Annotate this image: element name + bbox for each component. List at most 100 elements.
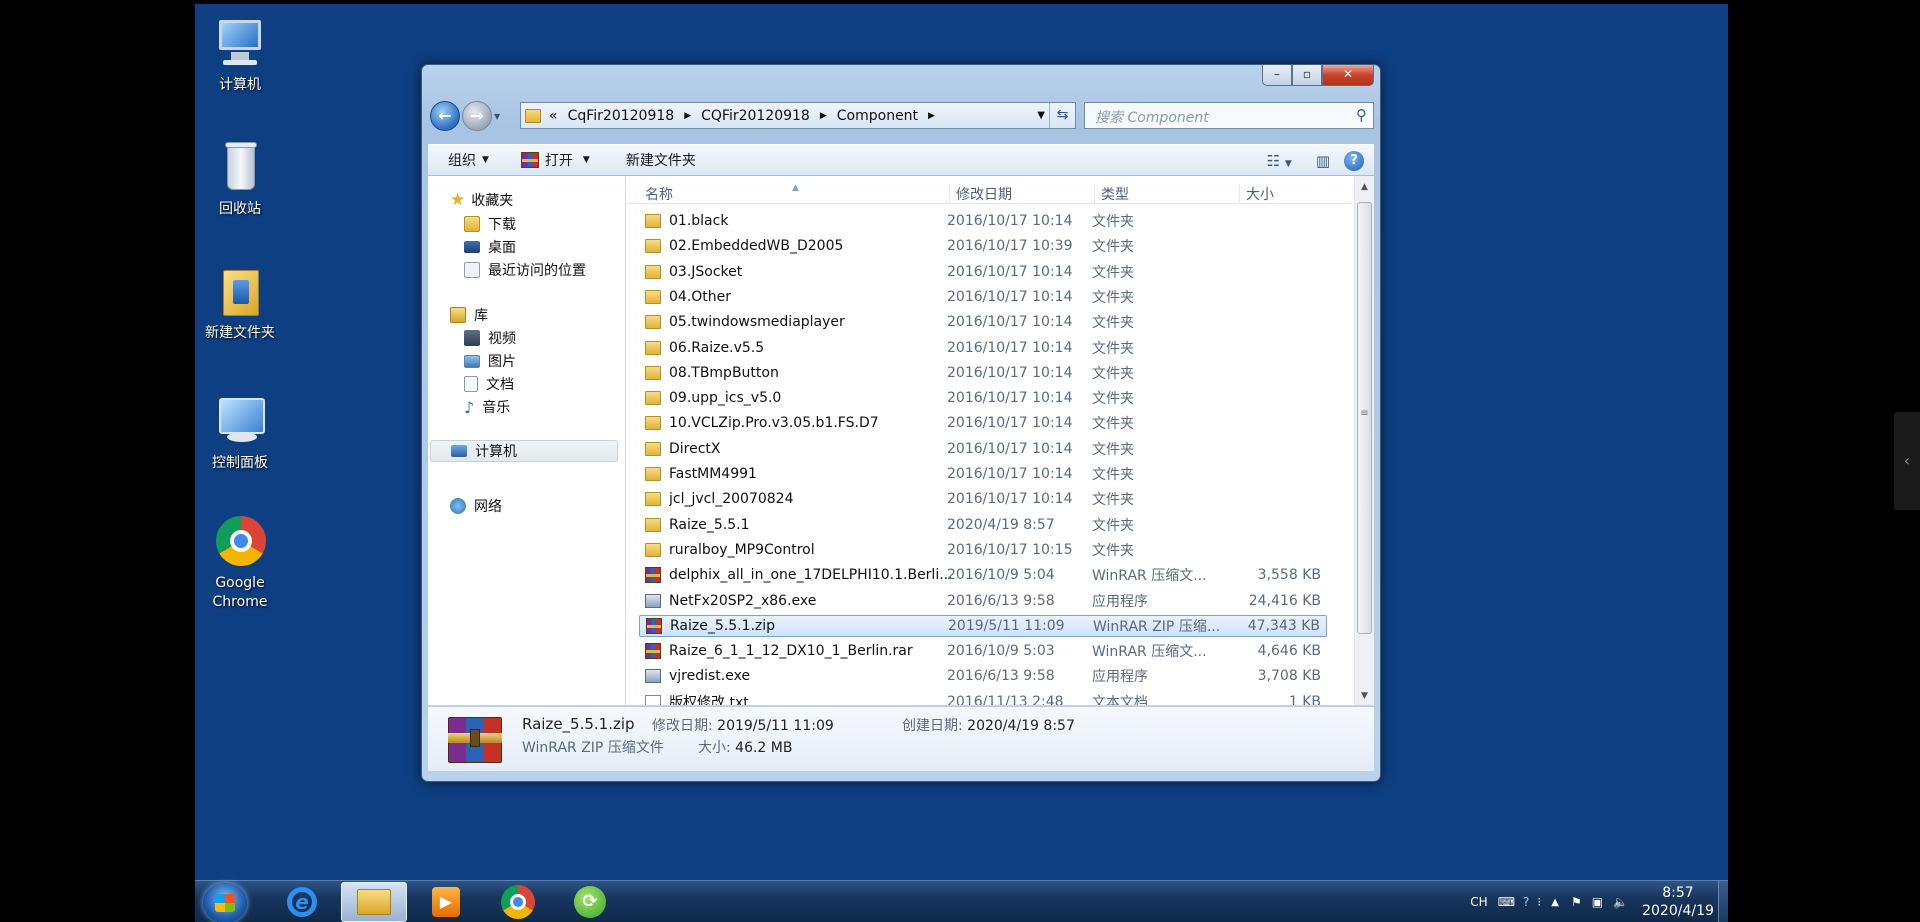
nav-documents[interactable]: 文档 xyxy=(464,373,514,395)
nav-favorites[interactable]: ★ 收藏夹 xyxy=(450,189,513,211)
file-row[interactable]: delphix_all_in_one_17DELPHI10.1.Berli...… xyxy=(639,564,1327,586)
address-overflow[interactable]: « xyxy=(549,108,558,124)
network-tray-icon[interactable]: ▣ xyxy=(1592,895,1603,909)
breadcrumb-segment[interactable]: CQFir20120918 xyxy=(701,108,810,124)
file-row[interactable]: DirectX 2016/10/17 10:14 文件夹 xyxy=(639,438,1327,460)
nav-music[interactable]: ♪ 音乐 xyxy=(464,396,510,418)
taskbar-chrome[interactable] xyxy=(485,882,551,922)
recent-pages-dropdown[interactable]: ▼ xyxy=(494,112,500,121)
input-language[interactable]: CH xyxy=(1470,895,1487,909)
nav-videos[interactable]: 视频 xyxy=(464,327,516,349)
breadcrumb-arrow-icon[interactable]: ▶ xyxy=(684,111,691,121)
file-row[interactable]: Raize_6_1_1_12_DX10_1_Berlin.rar 2016/10/… xyxy=(639,640,1327,662)
file-row[interactable]: 08.TBmpButton 2016/10/17 10:14 文件夹 xyxy=(639,362,1327,384)
show-desktop-button[interactable] xyxy=(1718,881,1728,922)
column-header-date[interactable]: 修改日期 xyxy=(949,184,1094,204)
taskbar-ie[interactable]: e xyxy=(269,882,335,922)
desktop-icon-chrome[interactable]: Google Chrome xyxy=(195,516,285,612)
new-folder-button[interactable]: 新建文件夹 xyxy=(626,150,696,170)
file-row[interactable]: 10.VCLZip.Pro.v3.05.b1.FS.D7 2016/10/17 1… xyxy=(639,412,1327,434)
file-row[interactable]: FastMM4991 2016/10/17 10:14 文件夹 xyxy=(639,463,1327,485)
scrollbar-thumb[interactable]: ≡ xyxy=(1357,202,1372,634)
file-row[interactable]: ruralboy_MP9Control 2016/10/17 10:15 文件夹 xyxy=(639,539,1327,561)
file-type: 文件夹 xyxy=(1092,416,1134,433)
show-hidden-icons-icon[interactable]: ▲ xyxy=(1551,897,1559,908)
column-header-size[interactable]: 大小 xyxy=(1239,184,1339,204)
file-row[interactable]: NetFx20SP2_x86.exe 2016/6/13 9:58 应用程序 24,4… xyxy=(639,590,1327,612)
nav-libraries[interactable]: 库 xyxy=(450,304,488,326)
breadcrumb-segment[interactable]: CqFir20120918 xyxy=(568,108,675,124)
start-button[interactable] xyxy=(203,883,247,922)
search-input[interactable]: 搜索 Component ⚲ xyxy=(1084,102,1374,129)
file-type: 应用程序 xyxy=(1092,669,1148,686)
preview-pane-icon[interactable]: ▥ xyxy=(1316,152,1330,170)
keyboard-icon[interactable]: ⌨ xyxy=(1498,895,1515,909)
file-row[interactable]: 09.upp_ics_v5.0 2016/10/17 10:14 文件夹 xyxy=(639,387,1327,409)
taskbar-explorer[interactable] xyxy=(341,882,407,922)
breadcrumb-segment[interactable]: Component xyxy=(837,108,918,124)
file-row[interactable]: jcl_jvcl_20070824 2016/10/17 10:14 文件夹 xyxy=(639,488,1327,510)
nav-downloads[interactable]: 下载 xyxy=(464,213,516,235)
organize-button[interactable]: 组织 ▼ xyxy=(448,150,489,170)
file-name: ruralboy_MP9Control xyxy=(669,541,815,558)
scroll-down-icon[interactable]: ▼ xyxy=(1355,691,1374,701)
desktop-icon-new-folder[interactable]: 新建文件夹 xyxy=(195,264,285,342)
file-row[interactable]: 01.black 2016/10/17 10:14 文件夹 xyxy=(639,210,1327,232)
clock[interactable]: 8:57 2020/4/19 xyxy=(1638,884,1718,920)
desktop-icon-control-panel[interactable]: 控制面板 xyxy=(195,394,285,472)
search-icon[interactable]: ⚲ xyxy=(1356,106,1367,124)
nav-pictures[interactable]: 图片 xyxy=(464,350,516,372)
nav-desktop[interactable]: 桌面 xyxy=(464,236,516,258)
file-row[interactable]: 03.JSocket 2016/10/17 10:14 文件夹 xyxy=(639,261,1327,283)
file-row[interactable]: 02.EmbeddedWB_D2005 2016/10/17 10:39 文件夹 xyxy=(639,235,1327,257)
maximize-button[interactable]: ▫ xyxy=(1292,65,1322,86)
address-dropdown-icon[interactable]: ▼ xyxy=(1037,103,1045,128)
refresh-icon[interactable]: ⇆ xyxy=(1049,103,1075,128)
action-center-flag-icon[interactable]: ⚑ xyxy=(1571,895,1582,909)
breadcrumb-arrow-icon[interactable]: ▶ xyxy=(928,111,935,121)
back-button[interactable]: ← xyxy=(430,101,460,131)
column-header-name[interactable]: 名称 ▲ xyxy=(639,183,949,204)
file-row[interactable]: Raize_5.5.1 2020/4/19 8:57 文件夹 xyxy=(639,514,1327,536)
file-row[interactable]: 06.Raize.v5.5 2016/10/17 10:14 文件夹 xyxy=(639,337,1327,359)
file-name: 08.TBmpButton xyxy=(669,364,779,381)
breadcrumb-arrow-icon[interactable]: ▶ xyxy=(820,111,827,121)
vertical-scrollbar[interactable]: ▲ ≡ ▼ xyxy=(1354,176,1374,705)
taskbar-media-player[interactable]: ▶ xyxy=(413,882,479,922)
star-icon: ★ xyxy=(450,190,466,210)
scroll-up-icon[interactable]: ▲ xyxy=(1355,182,1374,192)
nav-network[interactable]: 网络 xyxy=(450,495,502,517)
explorer-window: – ▫ ✕ ← → ▼ « CqFir20120918 ▶ CQFir20120… xyxy=(421,64,1381,782)
address-bar[interactable]: « CqFir20120918 ▶ CQFir20120918 ▶ Compon… xyxy=(520,102,1076,129)
file-type: 文本文档 xyxy=(1092,694,1148,705)
close-button[interactable]: ✕ xyxy=(1322,65,1374,86)
desktop-icon-label: 计算机 xyxy=(219,77,261,93)
details-created: 创建日期: 2020/4/19 8:57 xyxy=(902,715,1075,735)
nav-computer[interactable]: 计算机 xyxy=(430,440,618,462)
file-row[interactable]: vjredist.exe 2016/6/13 9:58 应用程序 3,708 KB xyxy=(639,665,1327,687)
view-options-icon[interactable]: ☷ ▼ xyxy=(1267,152,1292,170)
volume-muted-icon[interactable]: 🔈 xyxy=(1613,895,1628,909)
file-row[interactable]: Raize_5.5.1.zip 2019/5/11 11:09 WinRAR ZIP… xyxy=(639,614,1327,637)
side-panel-toggle[interactable]: ‹ xyxy=(1894,412,1920,510)
file-row[interactable]: 05.twindowsmediaplayer 2016/10/17 10:14 文件… xyxy=(639,311,1327,333)
taskbar-app-green[interactable]: ⟳ xyxy=(557,882,623,922)
open-button[interactable]: 打开 ▼ xyxy=(520,150,590,170)
ime-options-icon[interactable]: ⁝ xyxy=(1537,895,1541,909)
file-row[interactable]: 版权修改.txt 2016/11/13 2:48 文本文档 1 KB xyxy=(639,691,1327,705)
file-row[interactable]: 04.Other 2016/10/17 10:14 文件夹 xyxy=(639,286,1327,308)
file-type: WinRAR ZIP 压缩... xyxy=(1093,618,1221,635)
taskbar: e ▶ ⟳ CH ⌨ ? ⁝ ▲ ⚑ ▣ 🔈 8:57 2020/4/19 xyxy=(195,880,1728,922)
minimize-button[interactable]: – xyxy=(1262,65,1292,86)
desktop-icon-computer[interactable]: 计算机 xyxy=(195,16,285,94)
desktop-icon-recycle-bin[interactable]: 回收站 xyxy=(195,140,285,218)
navigation-pane: ★ 收藏夹 下载 桌面 最近访问的位置 库 视频 图片 文档 ♪ 音乐 计算机 … xyxy=(428,176,626,705)
nav-recent-places[interactable]: 最近访问的位置 xyxy=(464,259,586,281)
folder-icon xyxy=(645,214,661,228)
column-header-type[interactable]: 类型 xyxy=(1094,184,1239,204)
column-header-label: 大小 xyxy=(1246,187,1274,203)
forward-button[interactable]: → xyxy=(462,101,492,131)
explorer-folder-icon xyxy=(357,889,391,915)
help-tray-icon[interactable]: ? xyxy=(1523,895,1529,909)
help-icon[interactable]: ? xyxy=(1344,151,1364,171)
